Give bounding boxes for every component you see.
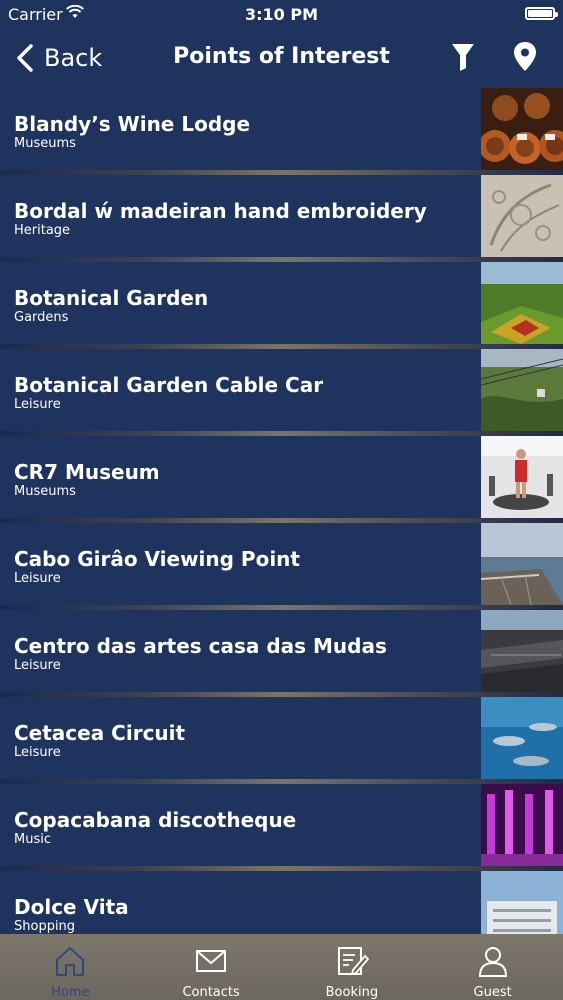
list-item[interactable]: CR7 Museum Museums [0, 436, 563, 523]
item-category: Museums [14, 484, 76, 499]
item-category: Leisure [14, 745, 61, 760]
item-category: Gardens [14, 310, 69, 325]
item-category: Leisure [14, 397, 61, 412]
item-title: Copacabana discotheque [14, 808, 297, 832]
page-title: Points of Interest [173, 44, 390, 69]
thumbnail-image [481, 262, 563, 344]
points-of-interest-list[interactable]: Blandy’s Wine Lodge Museums Bordal ẃ mad… [0, 88, 563, 934]
thumbnail-image [481, 784, 563, 866]
item-title: Blandy’s Wine Lodge [14, 112, 251, 136]
item-title: Bordal ẃ madeiran hand embroidery [14, 199, 427, 223]
item-title: Centro das artes casa das Mudas [14, 634, 387, 658]
status-bar: Carrier 3:10 PM [0, 0, 563, 28]
item-category: Heritage [14, 223, 71, 238]
tab-label: Contacts [182, 985, 240, 1000]
item-title: Botanical Garden Cable Car [14, 373, 324, 397]
item-title: Dolce Vita [14, 895, 129, 919]
list-item[interactable]: Centro das artes casa das Mudas Leisure [0, 610, 563, 697]
tab-booking[interactable]: Booking [282, 934, 423, 1000]
thumbnail-image [481, 697, 563, 779]
filter-icon[interactable] [448, 40, 478, 74]
item-category: Leisure [14, 658, 61, 673]
list-item[interactable]: Botanical Garden Cable Car Leisure [0, 349, 563, 436]
item-title: Botanical Garden [14, 286, 209, 310]
thumbnail-image [481, 610, 563, 692]
item-title: CR7 Museum [14, 460, 160, 484]
item-category: Music [14, 832, 51, 847]
list-item[interactable]: Dolce Vita Shopping [0, 871, 563, 934]
list-item[interactable]: Copacabana discotheque Music [0, 784, 563, 871]
user-icon [478, 947, 507, 977]
house-icon [56, 947, 85, 976]
item-category: Museums [14, 136, 76, 151]
tab-home[interactable]: Home [0, 934, 141, 1000]
edit-document-icon [337, 947, 369, 976]
navigation-bar: Back Points of Interest [0, 28, 563, 88]
thumbnail-image [481, 349, 563, 431]
item-title: Cabo Girâo Viewing Point [14, 547, 300, 571]
tab-label: Booking [325, 985, 379, 1000]
envelope-icon [196, 950, 227, 972]
list-item[interactable]: Cabo Girâo Viewing Point Leisure [0, 523, 563, 610]
thumbnail-image [481, 88, 563, 170]
clock: 3:10 PM [244, 5, 318, 24]
thumbnail-image [481, 523, 563, 605]
battery-icon [525, 7, 558, 20]
thumbnail-image [481, 436, 563, 518]
tab-contacts[interactable]: Contacts [141, 934, 282, 1000]
thumbnail-image [481, 871, 563, 934]
tab-label: Home [51, 985, 90, 1000]
list-item[interactable]: Botanical Garden Gardens [0, 262, 563, 349]
item-category: Shopping [14, 919, 76, 934]
list-item[interactable]: Blandy’s Wine Lodge Museums [0, 88, 563, 175]
tab-label: Guest [473, 985, 512, 1000]
list-item[interactable]: Bordal ẃ madeiran hand embroidery Herita… [0, 175, 563, 262]
item-category: Leisure [14, 571, 61, 586]
item-title: Cetacea Circuit [14, 721, 186, 745]
list-item[interactable]: Cetacea Circuit Leisure [0, 697, 563, 784]
map-pin-icon[interactable] [510, 40, 540, 74]
thumbnail-image [481, 175, 563, 257]
tab-guest[interactable]: Guest [422, 934, 563, 1000]
tab-bar: Home Contacts Booking Guest [0, 934, 563, 1000]
